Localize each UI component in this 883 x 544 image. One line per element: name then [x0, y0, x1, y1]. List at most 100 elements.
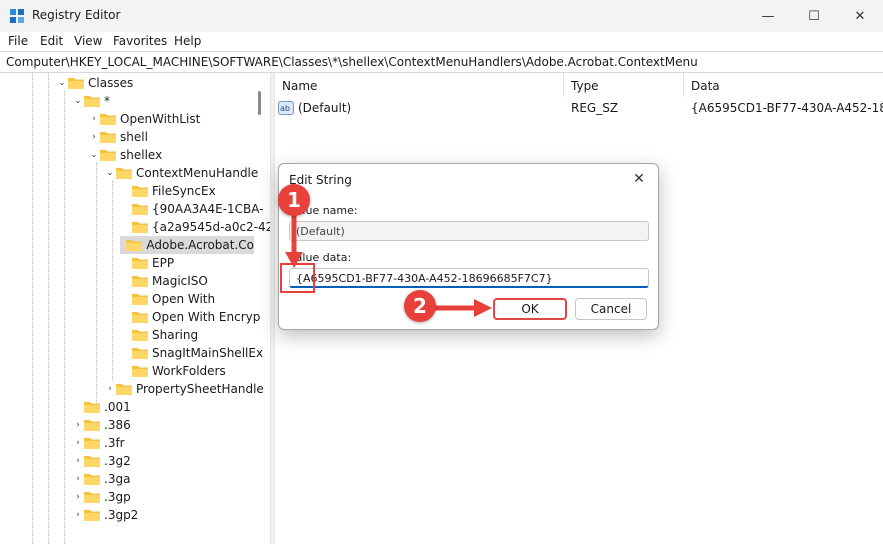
tree-item-3gp2[interactable]: › .3gp2: [72, 506, 138, 524]
tree-item-contextmenuhandlers[interactable]: ⌄ ContextMenuHandle: [104, 164, 258, 182]
chevron-right-icon[interactable]: ›: [72, 488, 84, 506]
value-data: {A6595CD1-BF77-430A-A452-186966: [691, 101, 883, 115]
value-data-field[interactable]: {A6595CD1-BF77-430A-A452-18696685F7C7}: [289, 268, 649, 288]
chevron-right-icon[interactable]: ›: [72, 452, 84, 470]
folder-icon: [132, 365, 148, 377]
folder-icon: [126, 239, 143, 251]
tree-item-label: SnagItMainShellEx: [152, 346, 264, 360]
tree-item-label: {90AA3A4E-1CBA-: [152, 202, 264, 216]
folder-icon: [132, 203, 148, 215]
tree-item-3g2[interactable]: › .3g2: [72, 452, 131, 470]
column-header-type[interactable]: Type: [564, 73, 684, 97]
value-name-field: (Default): [289, 221, 649, 241]
folder-icon: [132, 257, 148, 269]
tree-item-snagitmainshellex[interactable]: SnagItMainShellEx: [120, 344, 263, 362]
tree-item-001[interactable]: .001: [72, 398, 131, 416]
scrollbar-thumb[interactable]: [258, 91, 261, 115]
key-tree[interactable]: ⌄ Classes ⌄ * › OpenWithList › shell ⌄ s…: [0, 73, 270, 544]
value-name: (Default): [298, 101, 352, 115]
tree-item-openwithlist[interactable]: › OpenWithList: [88, 110, 200, 128]
cancel-button[interactable]: Cancel: [575, 298, 647, 320]
folder-icon: [100, 149, 116, 161]
tree-item-open-with[interactable]: Open With: [120, 290, 215, 308]
window-title: Registry Editor: [32, 8, 121, 22]
menu-view[interactable]: View: [74, 34, 102, 48]
chevron-right-icon[interactable]: ›: [72, 506, 84, 524]
tree-guide-line: [96, 163, 97, 403]
menu-favorites[interactable]: Favorites: [113, 34, 167, 48]
tree-guide-line: [64, 91, 65, 544]
tree-item-shellex[interactable]: ⌄ shellex: [88, 146, 162, 164]
folder-icon: [84, 509, 100, 521]
tree-item-label: *: [104, 94, 110, 108]
menu-help[interactable]: Help: [174, 34, 201, 48]
menu-edit[interactable]: Edit: [40, 34, 63, 48]
folder-icon: [132, 221, 148, 233]
tree-item-star[interactable]: ⌄ *: [72, 92, 110, 110]
tree-item-adobe-acrobat-contextmenu[interactable]: Adobe.Acrobat.Co: [120, 236, 254, 254]
chevron-right-icon[interactable]: ›: [72, 434, 84, 452]
close-window-button[interactable]: ✕: [837, 0, 883, 32]
tree-item-3gp[interactable]: › .3gp: [72, 488, 131, 506]
string-value-icon: ab: [278, 101, 294, 115]
minimize-button[interactable]: —: [745, 0, 791, 32]
tree-item-386[interactable]: › .386: [72, 416, 131, 434]
tree-item-label: .001: [104, 400, 131, 414]
chevron-down-icon[interactable]: ⌄: [72, 92, 84, 110]
value-type: REG_SZ: [571, 101, 619, 115]
chevron-down-icon[interactable]: ⌄: [56, 74, 68, 92]
svg-text:ab: ab: [280, 104, 290, 113]
tree-item-label: .3gp2: [104, 508, 139, 522]
tree-guide-line: [112, 181, 113, 381]
value-row-name[interactable]: ab (Default): [278, 99, 351, 117]
arrow-right-icon: [434, 299, 492, 317]
column-header-name[interactable]: Name: [275, 73, 564, 97]
title-bar: Registry Editor — ☐ ✕: [0, 0, 883, 32]
close-icon[interactable]: ✕: [626, 168, 652, 190]
tree-item-propertysheethandlers[interactable]: › PropertySheetHandle: [104, 380, 264, 398]
address-bar[interactable]: Computer\HKEY_LOCAL_MACHINE\SOFTWARE\Cla…: [0, 51, 883, 73]
chevron-down-icon[interactable]: ⌄: [104, 164, 116, 182]
tree-item-a2a9545d[interactable]: {a2a9545d-a0c2-42: [120, 218, 270, 236]
folder-icon: [84, 419, 100, 431]
tree-item-label: WorkFolders: [152, 364, 226, 378]
tree-item-label: EPP: [152, 256, 175, 270]
tree-item-sharing[interactable]: Sharing: [120, 326, 198, 344]
tree-item-open-with-encrypt[interactable]: Open With Encryp: [120, 308, 260, 326]
menu-bar: File Edit View Favorites Help: [0, 32, 883, 51]
tree-item-label: .3g2: [104, 454, 131, 468]
column-header-data[interactable]: Data: [684, 73, 883, 97]
tree-item-label: FileSyncEx: [152, 184, 216, 198]
tree-item-epp[interactable]: EPP: [120, 254, 174, 272]
tree-item-3fr[interactable]: › .3fr: [72, 434, 125, 452]
chevron-right-icon[interactable]: ›: [104, 380, 116, 398]
tree-item-90aa3a4e[interactable]: {90AA3A4E-1CBA-: [120, 200, 264, 218]
folder-icon: [84, 473, 100, 485]
tree-item-workfolders[interactable]: WorkFolders: [120, 362, 226, 380]
tree-item-magiciso[interactable]: MagicISO: [120, 272, 208, 290]
tree-item-label: MagicISO: [152, 274, 208, 288]
chevron-right-icon[interactable]: ›: [72, 470, 84, 488]
tree-item-label: shellex: [120, 148, 163, 162]
tree-item-shell[interactable]: › shell: [88, 128, 148, 146]
tree-item-label: OpenWithList: [120, 112, 201, 126]
folder-icon: [132, 293, 148, 305]
chevron-right-icon[interactable]: ›: [72, 416, 84, 434]
tree-scrollbar[interactable]: [253, 73, 263, 544]
tree-item-label: Classes: [88, 76, 134, 90]
menu-file[interactable]: File: [8, 34, 28, 48]
tree-item-label: .3fr: [104, 436, 125, 450]
tree-item-label: shell: [120, 130, 148, 144]
tree-item-label: Sharing: [152, 328, 199, 342]
chevron-down-icon[interactable]: ⌄: [88, 146, 100, 164]
tree-item-label: .3ga: [104, 472, 131, 486]
chevron-right-icon[interactable]: ›: [88, 110, 100, 128]
tree-item-3ga[interactable]: › .3ga: [72, 470, 130, 488]
tree-item-classes[interactable]: ⌄ Classes: [56, 74, 133, 92]
maximize-button[interactable]: ☐: [791, 0, 837, 32]
address-path[interactable]: Computer\HKEY_LOCAL_MACHINE\SOFTWARE\Cla…: [6, 55, 698, 69]
chevron-right-icon[interactable]: ›: [88, 128, 100, 146]
folder-icon: [116, 167, 132, 179]
ok-button[interactable]: OK: [493, 298, 567, 320]
tree-item-filesyncex[interactable]: FileSyncEx: [120, 182, 216, 200]
